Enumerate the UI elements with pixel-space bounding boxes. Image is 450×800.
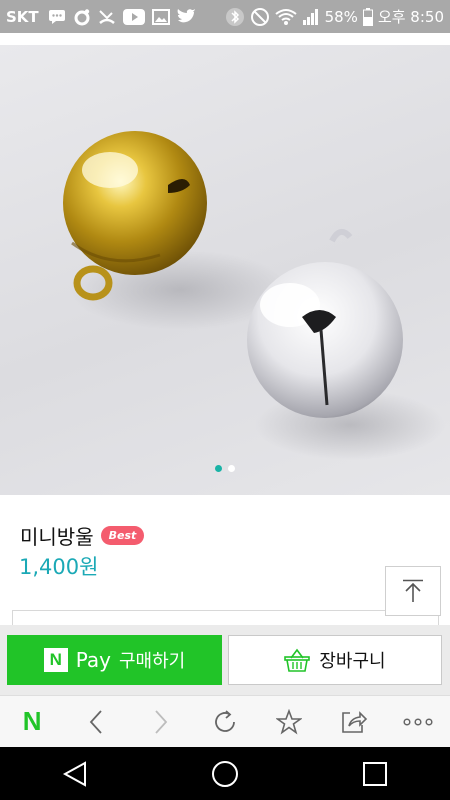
title-row: 미니방울 Best	[20, 521, 145, 550]
reload-icon	[215, 709, 235, 732]
twitter-icon	[177, 8, 197, 25]
cart-label: 장바구니	[319, 651, 386, 672]
npay-buy-label: 구매하기	[119, 651, 186, 672]
system-home-button[interactable]	[200, 749, 250, 799]
naver-home-button[interactable]: N	[7, 697, 57, 747]
system-back-button[interactable]	[50, 749, 100, 799]
npay-buy-button[interactable]: N Pay 구매하기	[7, 635, 222, 685]
chevron-left-icon	[90, 709, 103, 734]
carousel-dot-2[interactable]	[228, 465, 235, 472]
share-button[interactable]	[329, 697, 379, 747]
product-image[interactable]	[0, 45, 450, 495]
system-nav-bar	[0, 747, 450, 800]
carrier-label: SKT	[6, 7, 39, 26]
header-strip	[0, 33, 450, 45]
do-not-disturb-icon	[250, 7, 270, 27]
bookmark-button[interactable]	[264, 697, 314, 747]
circle-home-icon	[212, 760, 238, 787]
message-icon	[48, 9, 66, 25]
purchase-bar: N Pay 구매하기 장바구니	[0, 625, 450, 695]
system-recent-apps-button[interactable]	[350, 749, 400, 799]
back-button[interactable]	[71, 697, 121, 747]
best-badge: Best	[100, 526, 145, 545]
battery-icon	[362, 7, 373, 26]
npay-logo-icon: N	[43, 648, 68, 672]
square-recents-icon	[363, 761, 387, 786]
product-title: 미니방울	[20, 525, 94, 549]
basket-icon	[284, 648, 311, 672]
gallery-icon	[151, 8, 170, 25]
bells-photo	[63, 131, 445, 460]
carousel-dots	[0, 465, 450, 472]
chevron-right-icon	[155, 709, 167, 734]
add-to-cart-button[interactable]: 장바구니	[228, 635, 442, 685]
wifi-icon	[274, 8, 297, 26]
browser-toolbar: N	[0, 695, 450, 747]
app-o-icon	[73, 8, 91, 26]
bluetooth-icon	[225, 7, 245, 27]
more-dots-icon	[403, 717, 433, 726]
triangle-back-icon	[62, 760, 86, 787]
npay-pay-label: Pay	[75, 648, 111, 672]
arrow-up-icon	[403, 579, 423, 602]
youtube-icon	[122, 8, 145, 25]
clock: 오후 8:50	[377, 8, 444, 26]
battery-percent: 58%	[324, 7, 358, 26]
carousel-dot-1[interactable]	[215, 465, 222, 472]
naver-logo-icon: N	[22, 706, 42, 736]
share-icon	[341, 710, 367, 733]
forward-button[interactable]	[136, 697, 186, 747]
signal-icon	[302, 8, 320, 26]
status-bar: SKT 58% 오후 8:50	[0, 0, 450, 33]
product-price: 1,400원	[19, 555, 99, 579]
more-button[interactable]	[393, 697, 443, 747]
reload-button[interactable]	[200, 697, 250, 747]
product-info: 미니방울 Best 1,400원	[0, 495, 450, 625]
missed-call-icon	[98, 9, 116, 25]
scroll-to-top-button[interactable]	[385, 566, 441, 616]
star-icon	[276, 708, 303, 734]
